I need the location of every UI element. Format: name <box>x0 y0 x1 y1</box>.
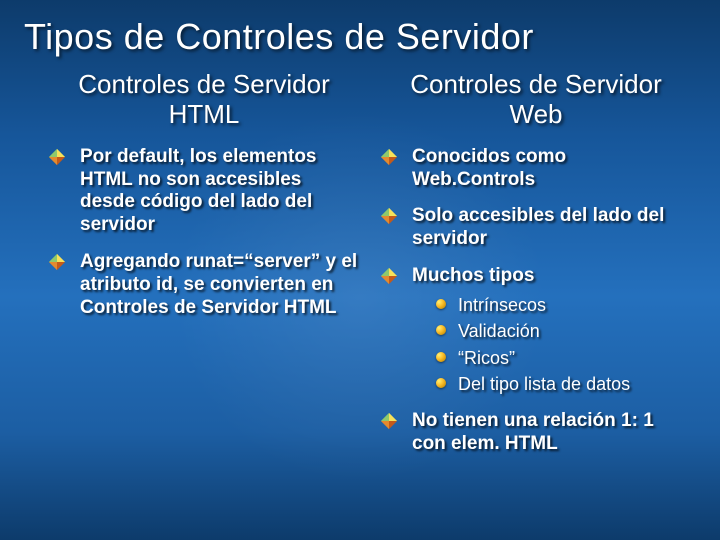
right-list: Conocidos como Web.Controls Solo accesibl… <box>380 146 692 456</box>
sub-list-item: Validación <box>436 320 692 343</box>
list-item: Solo accesibles del lado del servidor <box>380 205 692 251</box>
diamond-bullet-icon <box>380 267 398 285</box>
list-item: Conocidos como Web.Controls <box>380 146 692 192</box>
dot-bullet-icon <box>436 325 446 335</box>
diamond-bullet-icon <box>48 253 66 271</box>
diamond-bullet-icon <box>380 148 398 166</box>
right-column: Controles de Servidor Web Conocidos como… <box>380 70 692 469</box>
sub-list-item: “Ricos” <box>436 347 692 370</box>
sub-list-item-text: “Ricos” <box>458 348 515 368</box>
sub-list-item: Del tipo lista de datos <box>436 373 692 396</box>
list-item-text: Por default, los elementos HTML no son a… <box>80 146 317 235</box>
slide-title: Tipos de Controles de Servidor <box>0 0 720 58</box>
sub-list-item-text: Del tipo lista de datos <box>458 374 630 394</box>
list-item: No tienen una relación 1: 1 con elem. HT… <box>380 410 692 456</box>
list-item-text: No tienen una relación 1: 1 con elem. HT… <box>412 410 654 454</box>
sub-list-item-text: Validación <box>458 321 540 341</box>
dot-bullet-icon <box>436 378 446 388</box>
dot-bullet-icon <box>436 299 446 309</box>
list-item-text: Conocidos como Web.Controls <box>412 146 566 190</box>
sub-list-item: Intrínsecos <box>436 294 692 317</box>
slide: Tipos de Controles de Servidor Controles… <box>0 0 720 540</box>
list-item-text: Agregando runat=“server” y el atributo i… <box>80 251 357 318</box>
list-item: Muchos tipos Intrínsecos Validación “Ricos”… <box>380 265 692 396</box>
diamond-bullet-icon <box>48 148 66 166</box>
list-item-text: Solo accesibles del lado del servidor <box>412 205 664 249</box>
diamond-bullet-icon <box>380 207 398 225</box>
list-item: Por default, los elementos HTML no son a… <box>48 146 360 237</box>
right-column-heading: Controles de Servidor Web <box>380 70 692 130</box>
sub-list: Intrínsecos Validación “Ricos” Del tipo lis… <box>412 294 692 396</box>
columns: Controles de Servidor HTML Por default, … <box>0 58 720 469</box>
dot-bullet-icon <box>436 352 446 362</box>
left-list: Por default, los elementos HTML no son a… <box>48 146 360 320</box>
sub-list-item-text: Intrínsecos <box>458 295 546 315</box>
left-column: Controles de Servidor HTML Por default, … <box>48 70 360 469</box>
left-column-heading: Controles de Servidor HTML <box>48 70 360 130</box>
list-item: Agregando runat=“server” y el atributo i… <box>48 251 360 319</box>
list-item-text: Muchos tipos <box>412 265 534 286</box>
diamond-bullet-icon <box>380 412 398 430</box>
